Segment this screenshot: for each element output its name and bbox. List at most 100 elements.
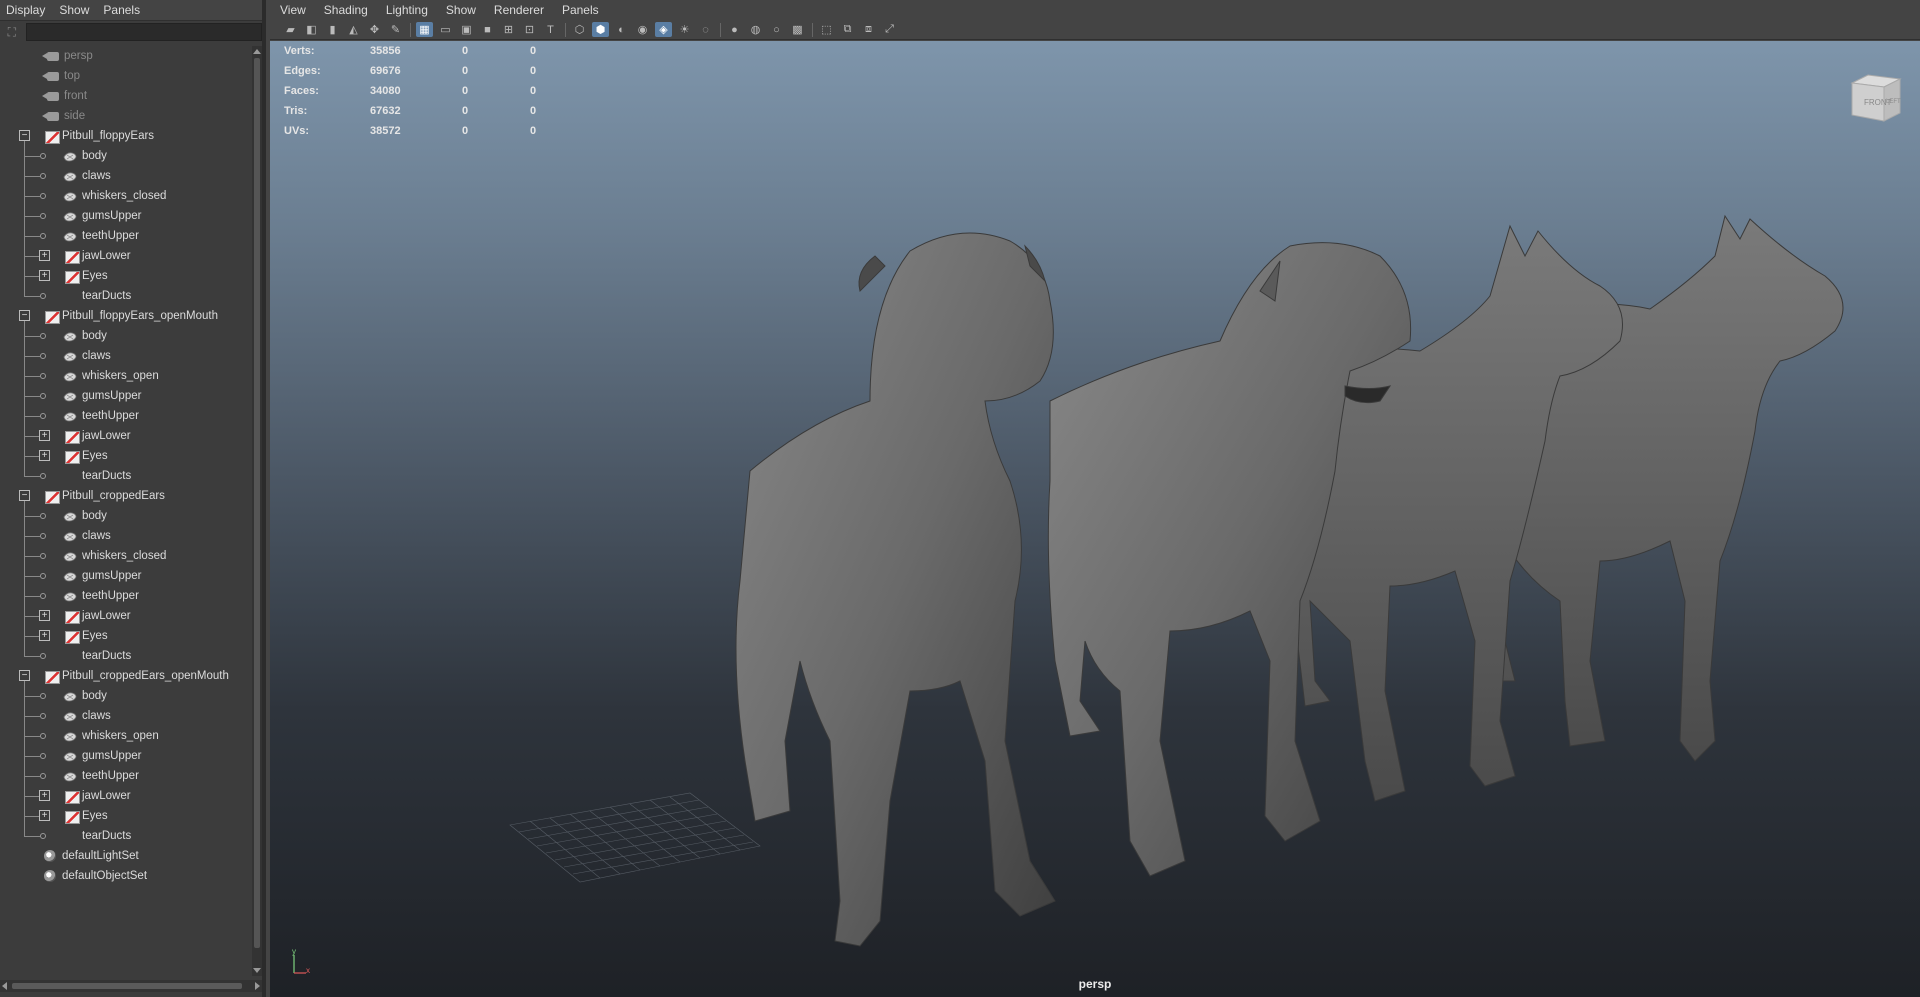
expand-icon[interactable]: + xyxy=(39,430,50,441)
outliner-item[interactable]: whiskers_open xyxy=(0,366,252,386)
resolution-gate-icon[interactable]: ▣ xyxy=(458,22,475,37)
outliner-item[interactable]: top xyxy=(0,66,252,86)
outliner-item[interactable]: claws xyxy=(0,526,252,546)
outliner-item[interactable]: whiskers_open xyxy=(0,726,252,746)
outliner-item[interactable]: teethUpper xyxy=(0,406,252,426)
outliner-item[interactable]: body xyxy=(0,506,252,526)
safe-title-icon[interactable]: T xyxy=(542,22,559,37)
film-gate-icon[interactable]: ▭ xyxy=(437,22,454,37)
view-cube-icon[interactable]: FRONT LEFT xyxy=(1844,69,1904,129)
bookmark-icon[interactable]: ▮ xyxy=(324,22,341,37)
outliner-item[interactable]: teethUpper xyxy=(0,226,252,246)
3d-viewport[interactable]: Verts: 35856 0 0 Edges: 69676 0 0 Faces: 34080 0 0 T… xyxy=(270,41,1920,997)
outliner-item[interactable]: gumsUpper xyxy=(0,386,252,406)
scroll-thumb-horizontal[interactable] xyxy=(12,983,242,989)
expand-icon[interactable]: + xyxy=(39,790,50,801)
outliner-item[interactable]: side xyxy=(0,106,252,126)
2d-pan-zoom-icon[interactable]: ✥ xyxy=(366,22,383,37)
outliner-item[interactable]: − Pitbull_floppyEars_openMouth xyxy=(0,306,252,326)
outliner-item[interactable]: + Eyes xyxy=(0,626,252,646)
outliner-item[interactable]: claws xyxy=(0,706,252,726)
scroll-right-arrow-icon[interactable] xyxy=(255,982,260,990)
scroll-thumb[interactable] xyxy=(254,58,260,948)
viewport-menu-lighting[interactable]: Lighting xyxy=(376,3,436,17)
outliner-item[interactable]: + Eyes xyxy=(0,266,252,286)
textured-icon[interactable]: ◉ xyxy=(634,22,651,37)
outliner-item[interactable]: − Pitbull_croppedEars_openMouth xyxy=(0,666,252,686)
outliner-item[interactable]: whiskers_closed xyxy=(0,546,252,566)
wireframe-on-shaded-icon[interactable]: ◐ xyxy=(613,22,630,37)
outliner-item[interactable]: body xyxy=(0,686,252,706)
outliner-item[interactable]: whiskers_closed xyxy=(0,186,252,206)
outliner-item[interactable]: − Pitbull_floppyEars xyxy=(0,126,252,146)
outliner-item[interactable]: body xyxy=(0,146,252,166)
outliner-item[interactable]: + Eyes xyxy=(0,446,252,466)
viewport-menu-panels[interactable]: Panels xyxy=(552,3,607,17)
outliner-menu-panels[interactable]: Panels xyxy=(97,3,148,17)
expand-icon[interactable]: + xyxy=(39,610,50,621)
grid-icon[interactable]: ▦ xyxy=(416,22,433,37)
outliner-vertical-scrollbar[interactable] xyxy=(252,46,262,976)
grease-pencil-icon[interactable]: ✎ xyxy=(387,22,404,37)
outliner-item[interactable]: tearDucts xyxy=(0,646,252,666)
outliner-item[interactable]: + Eyes xyxy=(0,806,252,826)
outliner-item[interactable]: + jawLower xyxy=(0,426,252,446)
field-chart-icon[interactable]: ⊞ xyxy=(500,22,517,37)
expand-icon[interactable]: + xyxy=(39,810,50,821)
outliner-item[interactable]: gumsUpper xyxy=(0,566,252,586)
xray-icon[interactable]: ◈ xyxy=(655,22,672,37)
expand-icon[interactable]: + xyxy=(39,250,50,261)
default-lighting-icon[interactable]: ☀ xyxy=(676,22,693,37)
outliner-item[interactable]: gumsUpper xyxy=(0,746,252,766)
expand-icon[interactable]: + xyxy=(39,270,50,281)
outliner-item[interactable]: + jawLower xyxy=(0,246,252,266)
isolate-select-icon[interactable]: ⬚ xyxy=(818,22,835,37)
image-plane-icon[interactable]: ◭ xyxy=(345,22,362,37)
outliner-item[interactable]: claws xyxy=(0,346,252,366)
outliner-item[interactable]: teethUpper xyxy=(0,766,252,786)
scroll-down-arrow-icon[interactable] xyxy=(253,968,261,973)
collapse-icon[interactable]: − xyxy=(19,670,30,681)
xray-active-components-icon[interactable]: ⧈ xyxy=(860,22,877,37)
expand-icon[interactable]: + xyxy=(39,630,50,641)
viewport-menu-show[interactable]: Show xyxy=(436,3,484,17)
outliner-item[interactable]: teethUpper xyxy=(0,586,252,606)
outliner-item[interactable]: front xyxy=(0,86,252,106)
select-camera-icon[interactable]: ▰ xyxy=(282,22,299,37)
outliner-item[interactable]: tearDucts xyxy=(0,826,252,846)
view-cube[interactable]: FRONT LEFT xyxy=(1844,69,1904,129)
fit-all-icon[interactable]: ⤢ xyxy=(881,22,898,37)
outliner-item[interactable]: tearDucts xyxy=(0,466,252,486)
camera-attributes-icon[interactable]: ◧ xyxy=(303,22,320,37)
scroll-left-arrow-icon[interactable] xyxy=(2,982,7,990)
collapse-icon[interactable]: − xyxy=(19,310,30,321)
shadows-icon[interactable]: ◌ xyxy=(697,22,714,37)
outliner-item[interactable]: body xyxy=(0,326,252,346)
xray-joints-icon[interactable]: ⧉ xyxy=(839,22,856,37)
outliner-item[interactable]: defaultLightSet xyxy=(0,846,252,866)
outliner-item[interactable]: gumsUpper xyxy=(0,206,252,226)
wireframe-icon[interactable]: ⬡ xyxy=(571,22,588,37)
outliner-item[interactable]: defaultObjectSet xyxy=(0,866,252,886)
outliner-item[interactable]: persp xyxy=(0,46,252,66)
viewport-menu-renderer[interactable]: Renderer xyxy=(484,3,552,17)
outliner-item[interactable]: claws xyxy=(0,166,252,186)
smooth-shade-icon[interactable]: ⬢ xyxy=(592,22,609,37)
ambient-occlusion-icon[interactable]: ● xyxy=(726,22,743,37)
viewport-menu-view[interactable]: View xyxy=(270,3,314,17)
depth-of-field-icon[interactable]: ▩ xyxy=(789,22,806,37)
collapse-icon[interactable]: − xyxy=(19,490,30,501)
gate-mask-icon[interactable]: ■ xyxy=(479,22,496,37)
filter-options-icon[interactable]: ⛶ xyxy=(4,24,20,40)
viewport-menu-shading[interactable]: Shading xyxy=(314,3,376,17)
scroll-up-arrow-icon[interactable] xyxy=(253,49,261,54)
collapse-icon[interactable]: − xyxy=(19,130,30,141)
outliner-item[interactable]: + jawLower xyxy=(0,786,252,806)
outliner-horizontal-scrollbar[interactable] xyxy=(0,980,262,992)
outliner-search-input[interactable] xyxy=(25,23,262,41)
multisample-aa-icon[interactable]: ○ xyxy=(768,22,785,37)
outliner-item[interactable]: tearDucts xyxy=(0,286,252,306)
expand-icon[interactable]: + xyxy=(39,450,50,461)
motion-blur-icon[interactable]: ◍ xyxy=(747,22,764,37)
outliner-menu-display[interactable]: Display xyxy=(0,3,53,17)
